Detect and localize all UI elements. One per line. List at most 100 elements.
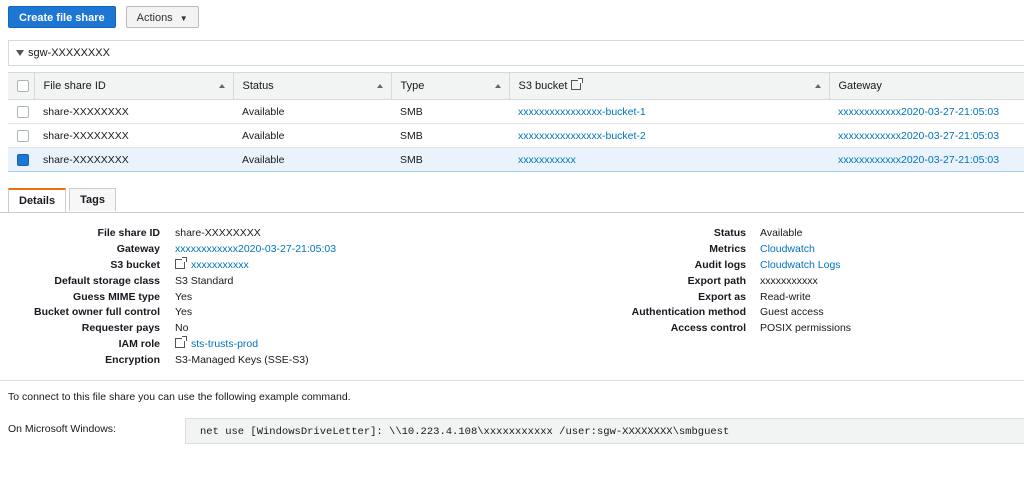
detail-key: Authentication method [631,306,746,319]
table-row-selected[interactable]: share-XXXXXXXX Available SMB xxxxxxxxxxx… [8,147,1024,172]
file-share-table: File share ID Status Type S3 bucket Gate… [8,72,1024,172]
gateway-cell: xxxxxxxxxxxx2020-03-27-21:05:03 [829,147,1024,172]
detail-key: Export path [687,274,746,287]
status-value: Available [760,227,803,239]
gateway-link[interactable]: xxxxxxxxxxxx2020-03-27-21:05:03 [838,154,999,166]
file-share-id-cell: share-XXXXXXXX [34,147,233,172]
encryption-value: S3-Managed Keys (SSE-S3) [175,354,309,367]
column-header-file-share-id[interactable]: File share ID [33,72,233,100]
file-share-id-cell: share-XXXXXXXX [34,123,233,148]
column-header-type[interactable]: Type [390,72,509,100]
sort-icon [814,84,821,88]
detail-key: Guess MIME type [73,290,160,303]
export-as-value: Read-write [760,290,811,303]
actions-dropdown-button[interactable]: Actions ▼ [125,6,199,28]
sort-icon [494,84,501,88]
gateway-link[interactable]: xxxxxxxxxxxx2020-03-27-21:05:03 [838,130,999,142]
metrics-link[interactable]: Cloudwatch [760,243,815,255]
column-label: Type [400,80,425,92]
row-checkbox[interactable] [17,105,29,118]
iam-role-link[interactable]: sts-trusts-prod [191,338,258,350]
audit-logs-link[interactable]: Cloudwatch Logs [760,259,841,271]
row-select-cell[interactable] [8,99,34,124]
right-values: Available Cloudwatch Cloudwatch Logs xxx… [760,226,1020,337]
detail-key: Status [713,227,746,239]
detail-key: Metrics [709,242,746,255]
bucket-owner-value: Yes [175,306,193,319]
detail-key: Audit logs [694,258,746,271]
column-label: File share ID [43,80,106,92]
column-header-gateway[interactable]: Gateway [828,72,1024,100]
export-path-value: xxxxxxxxxxx [760,274,818,287]
left-values: share-XXXXXXXX xxxxxxxxxxxx2020-03-27-21… [175,226,495,369]
table-row[interactable]: share-XXXXXXXX Available SMB xxxxxxxxxxx… [8,123,1024,148]
create-file-share-button[interactable]: Create file share [8,6,116,28]
s3-bucket-cell: xxxxxxxxxxxxxxxx-bucket-2 [509,123,829,148]
table-header-row: File share ID Status Type S3 bucket Gate… [8,72,1024,100]
gateway-link[interactable]: xxxxxxxxxxxx2020-03-27-21:05:03 [838,106,999,118]
s3-bucket-detail-link[interactable]: xxxxxxxxxxx [191,259,249,271]
file-share-id-value: share-XXXXXXXX [175,227,261,239]
type-cell: SMB [391,123,509,148]
column-label: Gateway [838,80,882,92]
right-keys: Status Metrics Audit logs Export path Ex… [560,226,746,337]
sort-icon [376,84,383,88]
section-divider [0,380,1024,381]
type-cell: SMB [391,147,509,172]
detail-key: Bucket owner full control [33,306,160,319]
status-cell: Available [233,123,391,148]
select-all-header[interactable] [8,72,34,100]
detail-key: Export as [698,290,746,303]
tab-divider [0,212,1024,213]
detail-key: Access control [670,322,746,335]
detail-key: IAM role [118,338,160,351]
s3-bucket-cell: xxxxxxxxxxx [509,147,829,172]
row-checkbox[interactable] [17,129,29,142]
s3-bucket-link[interactable]: xxxxxxxxxxxxxxxx-bucket-1 [518,106,646,118]
detail-key: Default storage class [54,274,160,287]
detail-key: Gateway [116,242,160,255]
access-control-value: POSIX permissions [760,322,852,335]
requester-pays-value: No [175,322,189,335]
gateway-cell: xxxxxxxxxxxx2020-03-27-21:05:03 [829,99,1024,124]
toolbar: Create file share Actions ▼ [8,6,199,30]
sort-icon [218,84,225,88]
external-link-icon [175,336,187,349]
connect-hint-text: To connect to this file share you can us… [8,391,351,403]
external-link-icon [571,78,584,90]
gateway-detail-link[interactable]: xxxxxxxxxxxx2020-03-27-21:05:03 [175,243,336,255]
status-cell: Available [233,99,391,124]
filter-input[interactable] [28,47,928,59]
tab-tags[interactable]: Tags [69,188,116,211]
detail-key: S3 bucket [110,258,160,271]
column-header-s3-bucket[interactable]: S3 bucket [508,72,829,100]
detail-tabs: Details Tags [8,188,119,213]
row-checkbox-checked[interactable] [17,153,29,166]
detail-key: File share ID [97,227,160,239]
storage-class-value: S3 Standard [175,274,234,287]
actions-label: Actions [136,12,173,24]
row-select-cell[interactable] [8,147,34,172]
s3-bucket-link[interactable]: xxxxxxxxxxxxxxxx-bucket-2 [518,130,646,142]
tab-details[interactable]: Details [8,188,67,213]
s3-bucket-cell: xxxxxxxxxxxxxxxx-bucket-1 [509,99,829,124]
filter-icon [16,50,24,56]
row-select-cell[interactable] [8,123,34,148]
detail-key: Requester pays [81,322,160,335]
windows-label: On Microsoft Windows: [8,423,116,435]
table-row[interactable]: share-XXXXXXXX Available SMB xxxxxxxxxxx… [8,99,1024,124]
gateway-cell: xxxxxxxxxxxx2020-03-27-21:05:03 [829,123,1024,148]
column-label: S3 bucket [518,80,568,92]
chevron-down-icon: ▼ [179,14,188,23]
file-share-id-cell: share-XXXXXXXX [34,99,233,124]
windows-command-box[interactable]: net use [WindowsDriveLetter]: \\10.223.4… [185,418,1024,444]
column-label: Status [242,80,274,92]
filter-bar [8,40,1024,66]
status-cell: Available [233,147,391,172]
left-keys: File share ID Gateway S3 bucket Default … [0,226,160,369]
external-link-icon [175,256,187,269]
s3-bucket-link[interactable]: xxxxxxxxxxx [518,154,576,166]
column-header-status[interactable]: Status [232,72,391,100]
select-all-checkbox[interactable] [17,80,29,93]
auth-method-value: Guest access [760,306,824,319]
